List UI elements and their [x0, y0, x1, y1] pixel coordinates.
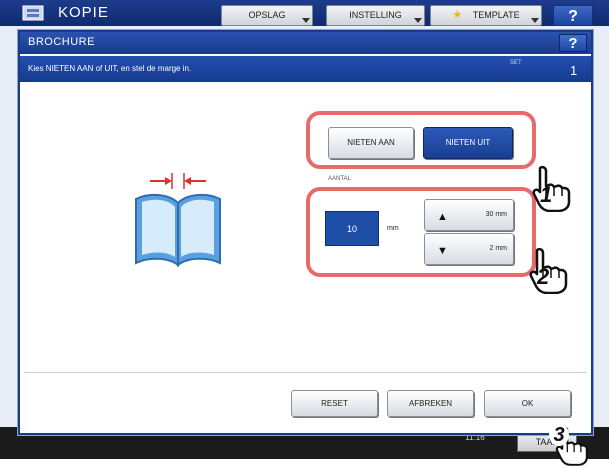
- set-number: 1: [570, 63, 578, 78]
- staple-on-button[interactable]: NIETEN AAN: [328, 127, 414, 159]
- margin-value-field[interactable]: 10: [325, 211, 379, 246]
- decrease-button[interactable]: ▼ 2 mm: [424, 233, 514, 265]
- tab-instelling[interactable]: INSTELLING: [326, 5, 425, 26]
- dialog-title: BROCHURE: [28, 36, 95, 48]
- brochure-dialog: BROCHURE ? Kies NIETEN AAN of UIT, en st…: [18, 30, 593, 467]
- help-button[interactable]: ?: [559, 34, 587, 52]
- min-value-label: 2 mm: [489, 245, 508, 252]
- margin-label: AANTAL: [328, 176, 351, 182]
- margin-unit: mm: [387, 225, 399, 232]
- callout-number-2: 2: [537, 264, 550, 289]
- set-label: SET: [510, 60, 522, 66]
- star-icon: ★: [452, 9, 463, 21]
- arrow-down-icon: ▼: [437, 245, 448, 257]
- reset-button[interactable]: RESET: [291, 390, 378, 417]
- background-title: KOPIE: [58, 4, 109, 21]
- footer-divider: [24, 372, 586, 373]
- max-value-label: 30 mm: [485, 211, 507, 218]
- callout-number-1: 1: [540, 182, 553, 207]
- tab-template[interactable]: ★ TEMPLATE: [430, 5, 542, 26]
- increase-button[interactable]: ▲ 30 mm: [424, 199, 514, 231]
- book-icon: [128, 171, 228, 271]
- instruction-bar: Kies NIETEN AAN of UIT, en stel de marge…: [20, 56, 591, 82]
- ok-button[interactable]: OK: [484, 390, 571, 417]
- staple-off-button[interactable]: NIETEN UIT: [423, 127, 513, 159]
- background-help-button[interactable]: ?: [553, 5, 593, 26]
- tab-opslag[interactable]: OPSLAG: [221, 5, 313, 26]
- dialog-title-bar: BROCHURE ?: [20, 32, 591, 54]
- copy-app-icon: [20, 3, 50, 23]
- callout-number-3: 3: [549, 424, 569, 446]
- cancel-button[interactable]: AFBREKEN: [387, 390, 474, 417]
- instruction-text: Kies NIETEN AAN of UIT, en stel de marge…: [28, 64, 192, 73]
- arrow-up-icon: ▲: [437, 211, 448, 223]
